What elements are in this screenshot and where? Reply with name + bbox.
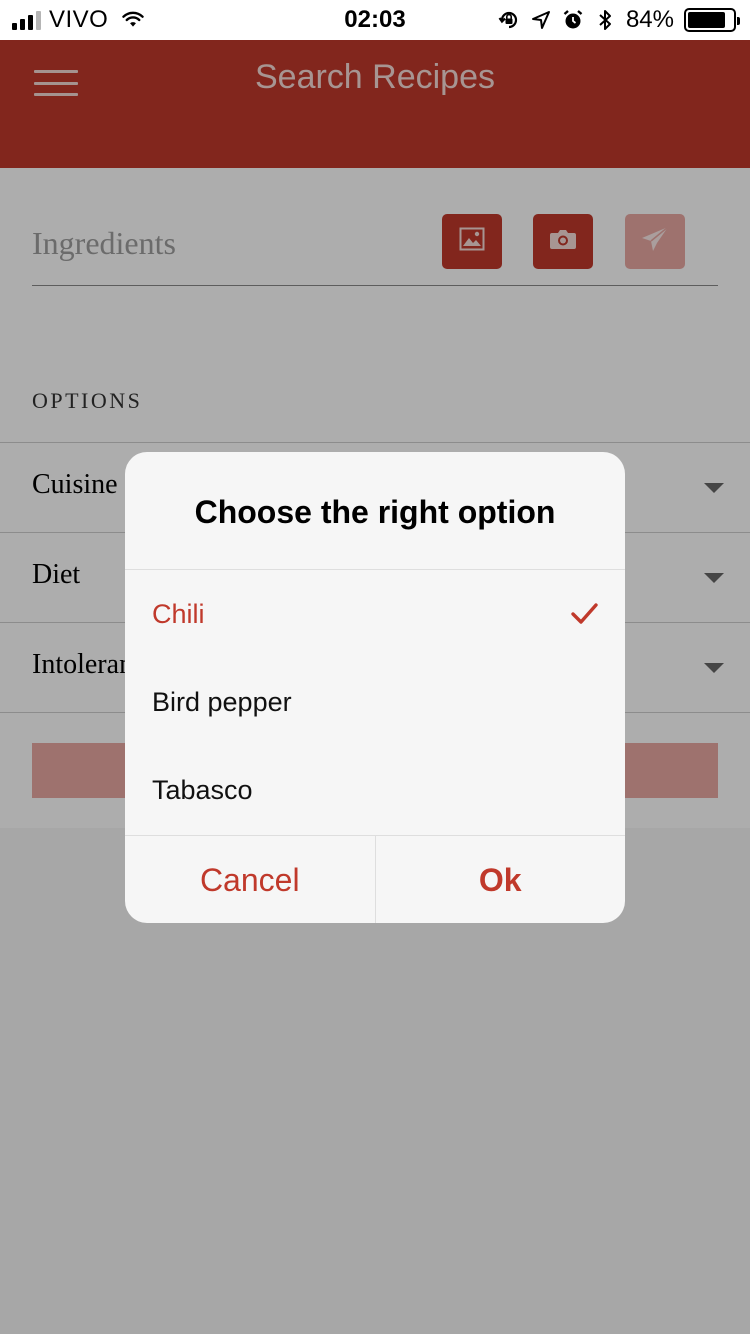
status-bar: VIVO 02:03 84% <box>0 0 750 40</box>
choice-item-tabasco[interactable]: Tabasco <box>125 747 625 835</box>
location-arrow-icon <box>530 9 552 31</box>
battery-percent: 84% <box>625 6 674 33</box>
choose-option-dialog: Choose the right option Chili Bird peppe… <box>125 452 625 923</box>
dialog-title: Choose the right option <box>125 452 625 570</box>
choice-label: Chili <box>152 599 205 629</box>
cancel-button[interactable]: Cancel <box>125 836 375 923</box>
dialog-button-bar: Cancel Ok <box>125 835 625 923</box>
choice-label: Bird pepper <box>152 687 292 717</box>
battery-icon <box>684 8 740 32</box>
ok-button[interactable]: Ok <box>374 836 626 923</box>
alarm-icon <box>562 9 584 31</box>
bluetooth-icon <box>594 9 616 31</box>
battery-tip <box>737 17 740 25</box>
choice-label: Tabasco <box>152 775 253 805</box>
choice-item-bird-pepper[interactable]: Bird pepper <box>125 659 625 747</box>
status-right: 84% <box>498 6 740 34</box>
orientation-lock-icon <box>498 9 520 31</box>
battery-level-fill <box>688 12 725 28</box>
checkmark-icon <box>569 599 599 629</box>
choice-item-chili[interactable]: Chili <box>125 571 625 659</box>
